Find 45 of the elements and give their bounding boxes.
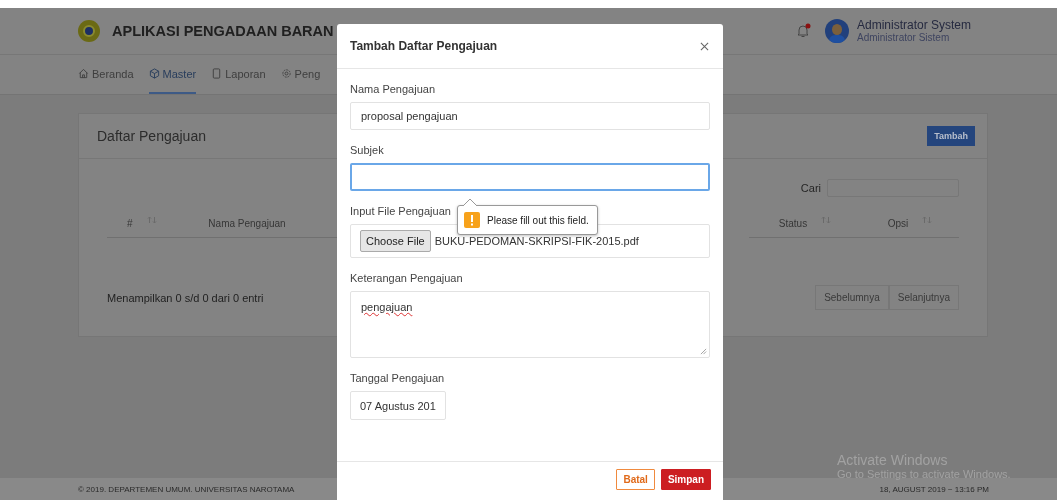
home-icon	[78, 68, 89, 79]
card-title: Daftar Pengajuan	[97, 128, 206, 144]
textarea-field[interactable]: pengajuan	[350, 291, 710, 358]
save-button[interactable]: Simpan	[660, 469, 711, 490]
nav-tab[interactable]: Laporan	[211, 55, 266, 94]
user-role: Administrator Sistem	[856, 31, 950, 44]
document-icon	[211, 68, 223, 79]
column-header[interactable]: Opsi	[861, 209, 959, 238]
choose-file-button[interactable]: Choose File	[360, 230, 431, 252]
field-label: Nama Pengajuan	[350, 83, 436, 95]
file-name: BUKU-PEDOMAN-SKRIPSI-FIK-2015.pdf	[434, 235, 639, 247]
logo-icon	[78, 20, 100, 42]
pagination-button[interactable]: Sebelumnya	[815, 285, 889, 310]
column-header[interactable]: #	[107, 209, 157, 238]
nav-tab[interactable]: Peng	[280, 55, 321, 94]
sort-icon	[922, 216, 933, 224]
copyright-text: © 2019. DEPARTEMEN UMUM. UNIVERSITAS NAROTAMA	[78, 484, 295, 494]
settings-icon	[280, 68, 292, 79]
pagination-button[interactable]: Selanjutnya	[888, 285, 959, 310]
date-field[interactable]: 07 Agustus 201	[350, 391, 446, 420]
close-icon[interactable]	[700, 41, 709, 51]
tooltip-message: Please fill out this field.	[487, 214, 589, 226]
cube-icon	[148, 68, 160, 79]
avatar-icon[interactable]	[824, 19, 849, 43]
nav-tab[interactable]: Master	[148, 55, 197, 94]
modal-title: Tambah Daftar Pengajuan	[350, 39, 498, 53]
column-header[interactable]: Status	[749, 209, 861, 238]
app-title: APLIKASI PENGADAAN BARAN	[112, 23, 334, 39]
nav-tab[interactable]: Beranda	[78, 55, 134, 94]
field-label: Keterangan Pengajuan	[350, 272, 464, 284]
sort-icon	[821, 216, 832, 224]
search-label: Cari	[800, 182, 821, 194]
footer-datetime: 18, AUGUST 2019 ~ 13:16 PM	[879, 484, 989, 494]
sort-icon	[146, 216, 157, 224]
warning-icon	[464, 212, 480, 228]
field-label: Subjek	[350, 144, 385, 156]
resize-grip-icon	[700, 348, 707, 355]
input-field[interactable]: proposal pengajuan	[350, 102, 710, 130]
user-name: Administrator System	[856, 18, 971, 32]
field-label: Tanggal Pengajuan	[350, 372, 446, 384]
table-info: Menampilkan 0 s/d 0 dari 0 entri	[107, 291, 264, 304]
field-label: Input File Pengajuan	[350, 205, 452, 217]
input-field[interactable]	[350, 163, 710, 191]
cancel-button[interactable]: Batal	[616, 469, 655, 490]
add-button[interactable]: Tambah	[927, 126, 975, 146]
